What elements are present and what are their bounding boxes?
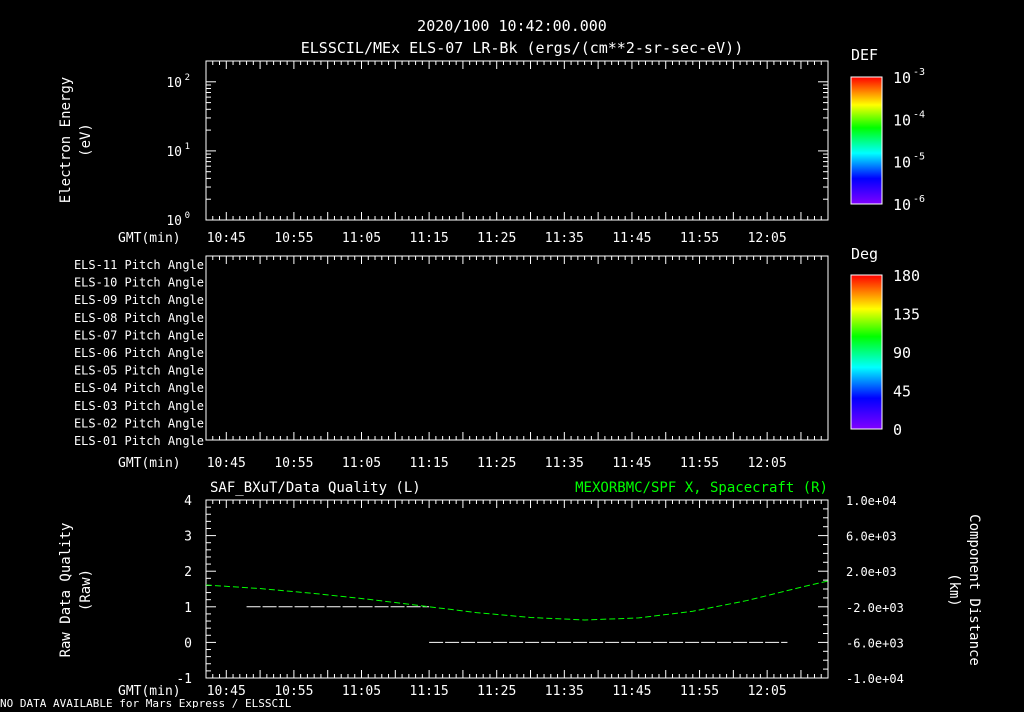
x-tick-label: 11:15 <box>410 231 449 246</box>
x-tick-label: 10:55 <box>274 684 313 699</box>
plot-canvas: 2020/100 10:42:00.000 ELSSCIL/MEx ELS-07… <box>0 17 982 710</box>
def-colorbar-tick-exponent: -5 <box>913 152 925 163</box>
x-tick-label: 11:05 <box>342 684 381 699</box>
x-tick-label: 11:45 <box>612 456 651 471</box>
pitch-angle-label: ELS-11 Pitch Angle <box>74 258 204 272</box>
energy-ylabel-line2: (eV) <box>78 123 94 157</box>
x-tick-label: 11:55 <box>680 684 719 699</box>
pitch-angle-label: ELS-03 Pitch Angle <box>74 399 204 413</box>
def-colorbar-tick-label: 10 <box>893 196 911 214</box>
x-tick-label: 10:45 <box>207 684 246 699</box>
y-tick-label: 10 <box>166 76 182 91</box>
y-tick-exponent: 1 <box>185 142 190 152</box>
y-right-tick-label: -1.0e+04 <box>846 672 904 686</box>
distance-ylabel-line2: (km) <box>946 573 962 607</box>
deg-colorbar-tick-label: 90 <box>893 344 911 362</box>
deg-colorbar-tick-label: 180 <box>893 267 920 285</box>
plot-subtitle: ELSSCIL/MEx ELS-07 LR-Bk (ergs/(cm**2-sr… <box>301 39 744 57</box>
def-colorbar-tick-exponent: -4 <box>913 109 925 120</box>
x-tick-label: 10:55 <box>274 231 313 246</box>
quality-ylabel-line2: (Raw) <box>78 569 94 611</box>
pitch-angle-panel: ELS-11 Pitch Angle ELS-10 Pitch Angle ELS-… <box>74 245 920 471</box>
y-tick-label: 10 <box>166 214 182 229</box>
energy-xlabel: GMT(min) <box>118 231 181 246</box>
y-tick-label: 3 <box>184 530 192 545</box>
plot-title: 2020/100 10:42:00.000 <box>417 17 607 35</box>
y-tick-label: 10 <box>166 145 182 160</box>
x-tick-label: 11:25 <box>477 684 516 699</box>
y-tick-exponent: 2 <box>185 73 190 83</box>
pitch-angle-label: ELS-05 Pitch Angle <box>74 364 204 378</box>
y-right-tick-label: -6.0e+03 <box>846 636 904 650</box>
pitch-angle-label: ELS-01 Pitch Angle <box>74 434 204 448</box>
x-tick-label: 12:05 <box>748 456 787 471</box>
pitch-xlabel: GMT(min) <box>118 456 181 471</box>
energy-panel: Electron Energy (eV) 10 010 110 2 GMT(min) … <box>58 46 925 246</box>
y-right-tick-label: 2.0e+03 <box>846 565 897 579</box>
distance-ylabel-line1: Component Distance <box>966 514 982 666</box>
x-tick-label: 10:45 <box>207 231 246 246</box>
spacecraft-x-line <box>205 580 829 621</box>
x-tick-label: 11:05 <box>342 456 381 471</box>
pitch-angle-label: ELS-04 Pitch Angle <box>74 381 204 395</box>
pitch-angle-label: ELS-07 Pitch Angle <box>74 328 204 342</box>
x-tick-label: 12:05 <box>748 231 787 246</box>
x-tick-label: 11:25 <box>477 456 516 471</box>
x-tick-label: 11:15 <box>410 456 449 471</box>
x-tick-label: 11:55 <box>680 231 719 246</box>
quality-ylabel-line1: Raw Data Quality <box>58 523 74 658</box>
def-colorbar-tick-exponent: -6 <box>913 194 925 205</box>
x-tick-label: 12:05 <box>748 684 787 699</box>
x-tick-label: 11:15 <box>410 684 449 699</box>
deg-colorbar-tick-label: 0 <box>893 421 902 439</box>
def-colorbar-tick-label: 10 <box>893 154 911 172</box>
pitch-angle-label: ELS-06 Pitch Angle <box>74 346 204 360</box>
y-right-tick-label: 6.0e+03 <box>846 530 897 544</box>
pitch-plot-frame <box>205 255 829 441</box>
x-tick-label: 11:45 <box>612 231 651 246</box>
def-colorbar-tick-label: 10 <box>893 69 911 87</box>
x-tick-label: 11:55 <box>680 456 719 471</box>
def-colorbar-tick-label: 10 <box>893 111 911 129</box>
deg-colorbar <box>850 274 883 430</box>
deg-colorbar-tick-label: 45 <box>893 383 911 401</box>
y-tick-label: 2 <box>184 565 192 580</box>
y-right-tick-label: -2.0e+03 <box>846 601 904 615</box>
quality-title-right: MEXORBMC/SPF X, Spacecraft (R) <box>575 480 828 496</box>
x-tick-label: 11:35 <box>545 684 584 699</box>
pitch-angle-label: ELS-10 Pitch Angle <box>74 276 204 290</box>
quality-title-left: SAF_BXuT/Data Quality (L) <box>210 480 421 496</box>
y-right-tick-label: 1.0e+04 <box>846 494 897 508</box>
quality-xlabel: GMT(min) <box>118 684 181 699</box>
y-tick-label: 0 <box>184 636 192 651</box>
y-tick-label: 1 <box>184 601 192 616</box>
x-tick-label: 11:35 <box>545 231 584 246</box>
x-tick-label: 10:45 <box>207 456 246 471</box>
def-colorbar <box>850 76 883 205</box>
x-tick-label: 10:55 <box>274 456 313 471</box>
quality-panel: SAF_BXuT/Data Quality (L) MEXORBMC/SPF X… <box>58 480 982 699</box>
quality-plot-frame <box>205 499 829 679</box>
x-tick-label: 11:25 <box>477 231 516 246</box>
x-tick-label: 11:35 <box>545 456 584 471</box>
def-colorbar-title: DEF <box>851 46 878 64</box>
pitch-angle-label: ELS-02 Pitch Angle <box>74 416 204 430</box>
y-tick-exponent: 0 <box>185 211 190 221</box>
pitch-angle-label: ELS-09 Pitch Angle <box>74 293 204 307</box>
energy-plot-frame <box>205 60 829 221</box>
def-colorbar-tick-exponent: -3 <box>913 67 925 78</box>
deg-colorbar-tick-label: 135 <box>893 306 920 324</box>
y-tick-label: 4 <box>184 494 192 509</box>
x-tick-label: 11:05 <box>342 231 381 246</box>
energy-ylabel-line1: Electron Energy <box>58 77 74 203</box>
pitch-angle-label: ELS-08 Pitch Angle <box>74 311 204 325</box>
deg-colorbar-title: Deg <box>851 245 878 263</box>
x-tick-label: 11:45 <box>612 684 651 699</box>
